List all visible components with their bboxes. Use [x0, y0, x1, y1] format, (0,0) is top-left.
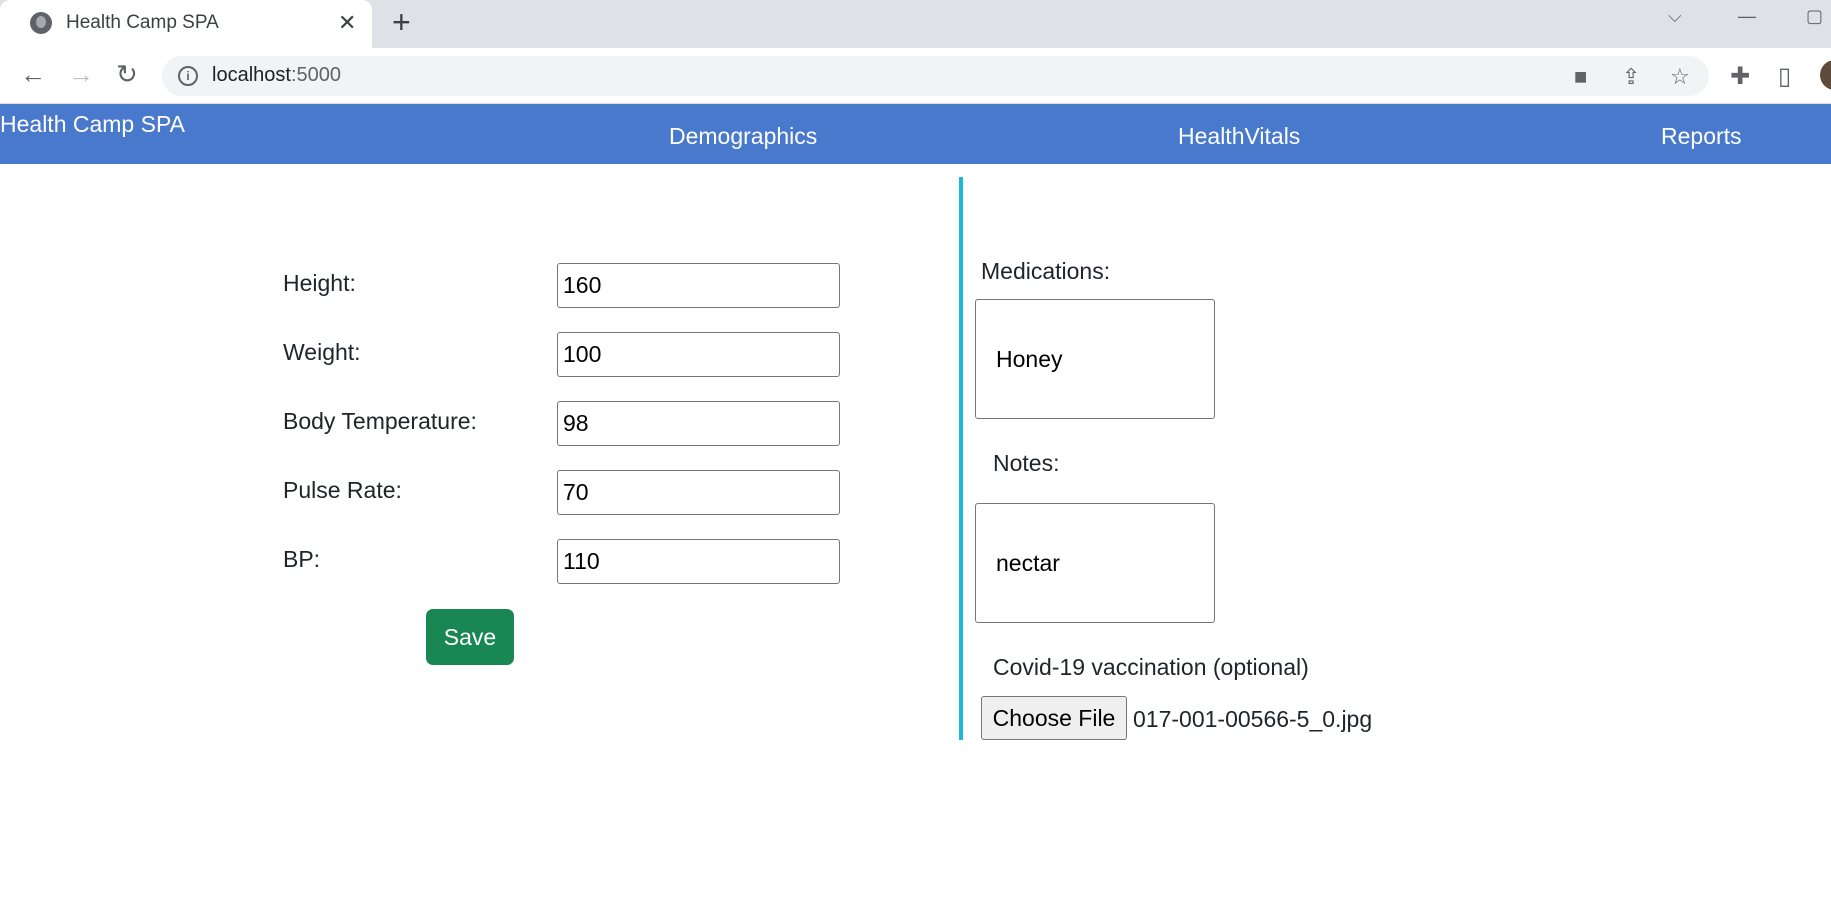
nav-link-healthvitals[interactable]: HealthVitals [1178, 123, 1300, 150]
bp-label: BP: [283, 546, 321, 572]
app-brand[interactable]: Health Camp SPA [0, 111, 185, 138]
globe-icon [30, 12, 52, 34]
pulse-rate-label: Pulse Rate: [283, 477, 402, 503]
medications-label: Medications: [981, 258, 1111, 284]
back-icon[interactable]: ← [20, 61, 46, 87]
medications-textarea[interactable]: Honey [975, 299, 1215, 419]
browser-toolbar: ← → ↻ i localhost:5000 ■ ⇪ ☆ ✚ ▯ [0, 48, 1831, 104]
weight-label: Weight: [283, 339, 361, 365]
choose-file-button[interactable]: Choose File [981, 696, 1127, 740]
maximize-icon[interactable]: ▢ [1806, 6, 1823, 27]
site-info-icon[interactable]: i [178, 66, 198, 86]
app-navbar: Health Camp SPA Demographics HealthVital… [0, 104, 1831, 164]
share-icon[interactable]: ⇪ [1622, 64, 1640, 90]
url-text[interactable]: localhost:5000 [212, 64, 341, 87]
extensions-icon[interactable]: ✚ [1730, 62, 1750, 91]
weight-input[interactable] [557, 332, 840, 377]
save-button[interactable]: Save [426, 609, 514, 665]
new-tab-icon[interactable]: + [392, 4, 411, 41]
browser-tab-strip: Health Camp SPA ✕ + ⌵ — ▢ [0, 0, 1831, 48]
bp-input[interactable] [557, 539, 840, 584]
notes-textarea[interactable]: nectar [975, 503, 1215, 623]
notes-label: Notes: [993, 450, 1060, 476]
selected-file-name: 017-001-00566-5_0.jpg [1133, 706, 1373, 732]
camera-icon[interactable]: ■ [1574, 64, 1587, 90]
height-input[interactable] [557, 263, 840, 308]
forward-icon[interactable]: → [68, 61, 94, 87]
vaccination-label: Covid-19 vaccination (optional) [993, 654, 1309, 680]
tab-search-icon[interactable]: ⌵ [1668, 6, 1682, 27]
tab-close-icon[interactable]: ✕ [338, 10, 356, 36]
browser-tab[interactable]: Health Camp SPA ✕ [0, 0, 372, 48]
body-temperature-input[interactable] [557, 401, 840, 446]
nav-link-reports[interactable]: Reports [1661, 123, 1742, 150]
nav-link-demographics[interactable]: Demographics [669, 123, 817, 150]
section-divider [959, 177, 963, 740]
body-temperature-label: Body Temperature: [283, 408, 477, 434]
pulse-rate-input[interactable] [557, 470, 840, 515]
reload-icon[interactable]: ↻ [116, 61, 138, 87]
bookmark-star-icon[interactable]: ☆ [1670, 64, 1690, 90]
height-label: Height: [283, 270, 356, 296]
side-panel-icon[interactable]: ▯ [1778, 62, 1791, 91]
minimize-icon[interactable]: — [1738, 6, 1756, 27]
address-bar[interactable]: i localhost:5000 ■ ⇪ ☆ [162, 56, 1709, 96]
tab-title: Health Camp SPA [66, 12, 219, 33]
